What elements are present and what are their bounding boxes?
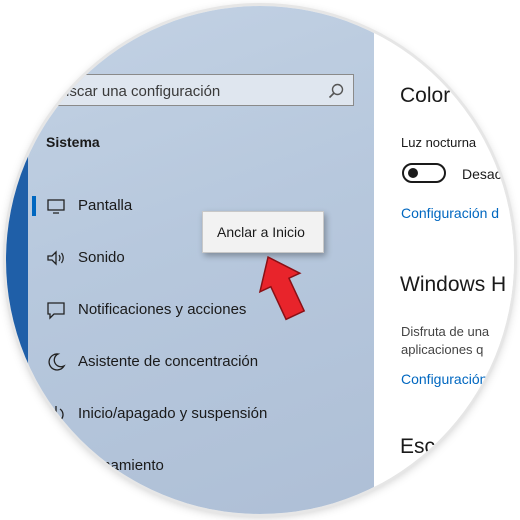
context-menu: Anclar a Inicio — [202, 211, 324, 253]
esc-heading: Esc — [400, 435, 436, 458]
notification-icon — [47, 302, 65, 320]
windows-hd-heading: Windows H — [400, 273, 507, 296]
windows-hd-settings-link[interactable]: Configuración — [401, 371, 487, 387]
night-light-settings-link[interactable]: Configuración d — [401, 205, 499, 221]
pin-to-start-menu-item[interactable]: Anclar a Inicio — [217, 224, 305, 240]
speaker-icon — [47, 250, 64, 266]
sidebar-item-label: Asistente de concentración — [78, 353, 259, 370]
night-light-state: Desac — [462, 166, 502, 182]
selection-indicator — [32, 196, 36, 216]
night-light-toggle[interactable] — [402, 163, 446, 183]
night-light-label: Luz nocturna — [401, 135, 477, 150]
sidebar-item-inicio-apagado[interactable]: Inicio/apagado y suspensión — [30, 394, 370, 434]
sidebar-item-almacenamiento[interactable]: ncenamiento — [30, 446, 370, 486]
settings-main-panel — [374, 6, 514, 514]
search-placeholder: uscar una configuración — [61, 83, 221, 100]
sidebar-item-label: ncenamiento — [78, 457, 164, 474]
desktop-edge — [6, 6, 28, 514]
monitor-icon — [47, 199, 65, 214]
search-icon[interactable] — [327, 82, 345, 100]
sidebar-item-label: Pantalla — [78, 197, 133, 214]
moon-icon — [48, 353, 66, 371]
sidebar-item-label: Sonido — [78, 249, 125, 266]
section-title: Sistema — [46, 134, 100, 150]
color-heading: Color — [400, 84, 451, 107]
sidebar-item-label: Inicio/apagado y suspensión — [78, 405, 268, 422]
search-input[interactable]: uscar una configuración — [34, 74, 354, 106]
annotation-arrow-icon — [258, 255, 306, 321]
sidebar-item-label: Notificaciones y acciones — [78, 301, 247, 318]
storage-icon — [47, 461, 65, 471]
circular-zoom-frame: uscar una configuración Sistema Pantalla… — [6, 6, 514, 514]
toggle-knob — [408, 168, 418, 178]
description-line-2: aplicaciones q — [401, 342, 484, 357]
power-icon — [48, 406, 64, 423]
sidebar-item-asistente[interactable]: Asistente de concentración — [30, 342, 370, 382]
description-line-1: Disfruta de una — [401, 324, 490, 339]
sidebar-item-notificaciones[interactable]: Notificaciones y acciones — [30, 290, 370, 330]
